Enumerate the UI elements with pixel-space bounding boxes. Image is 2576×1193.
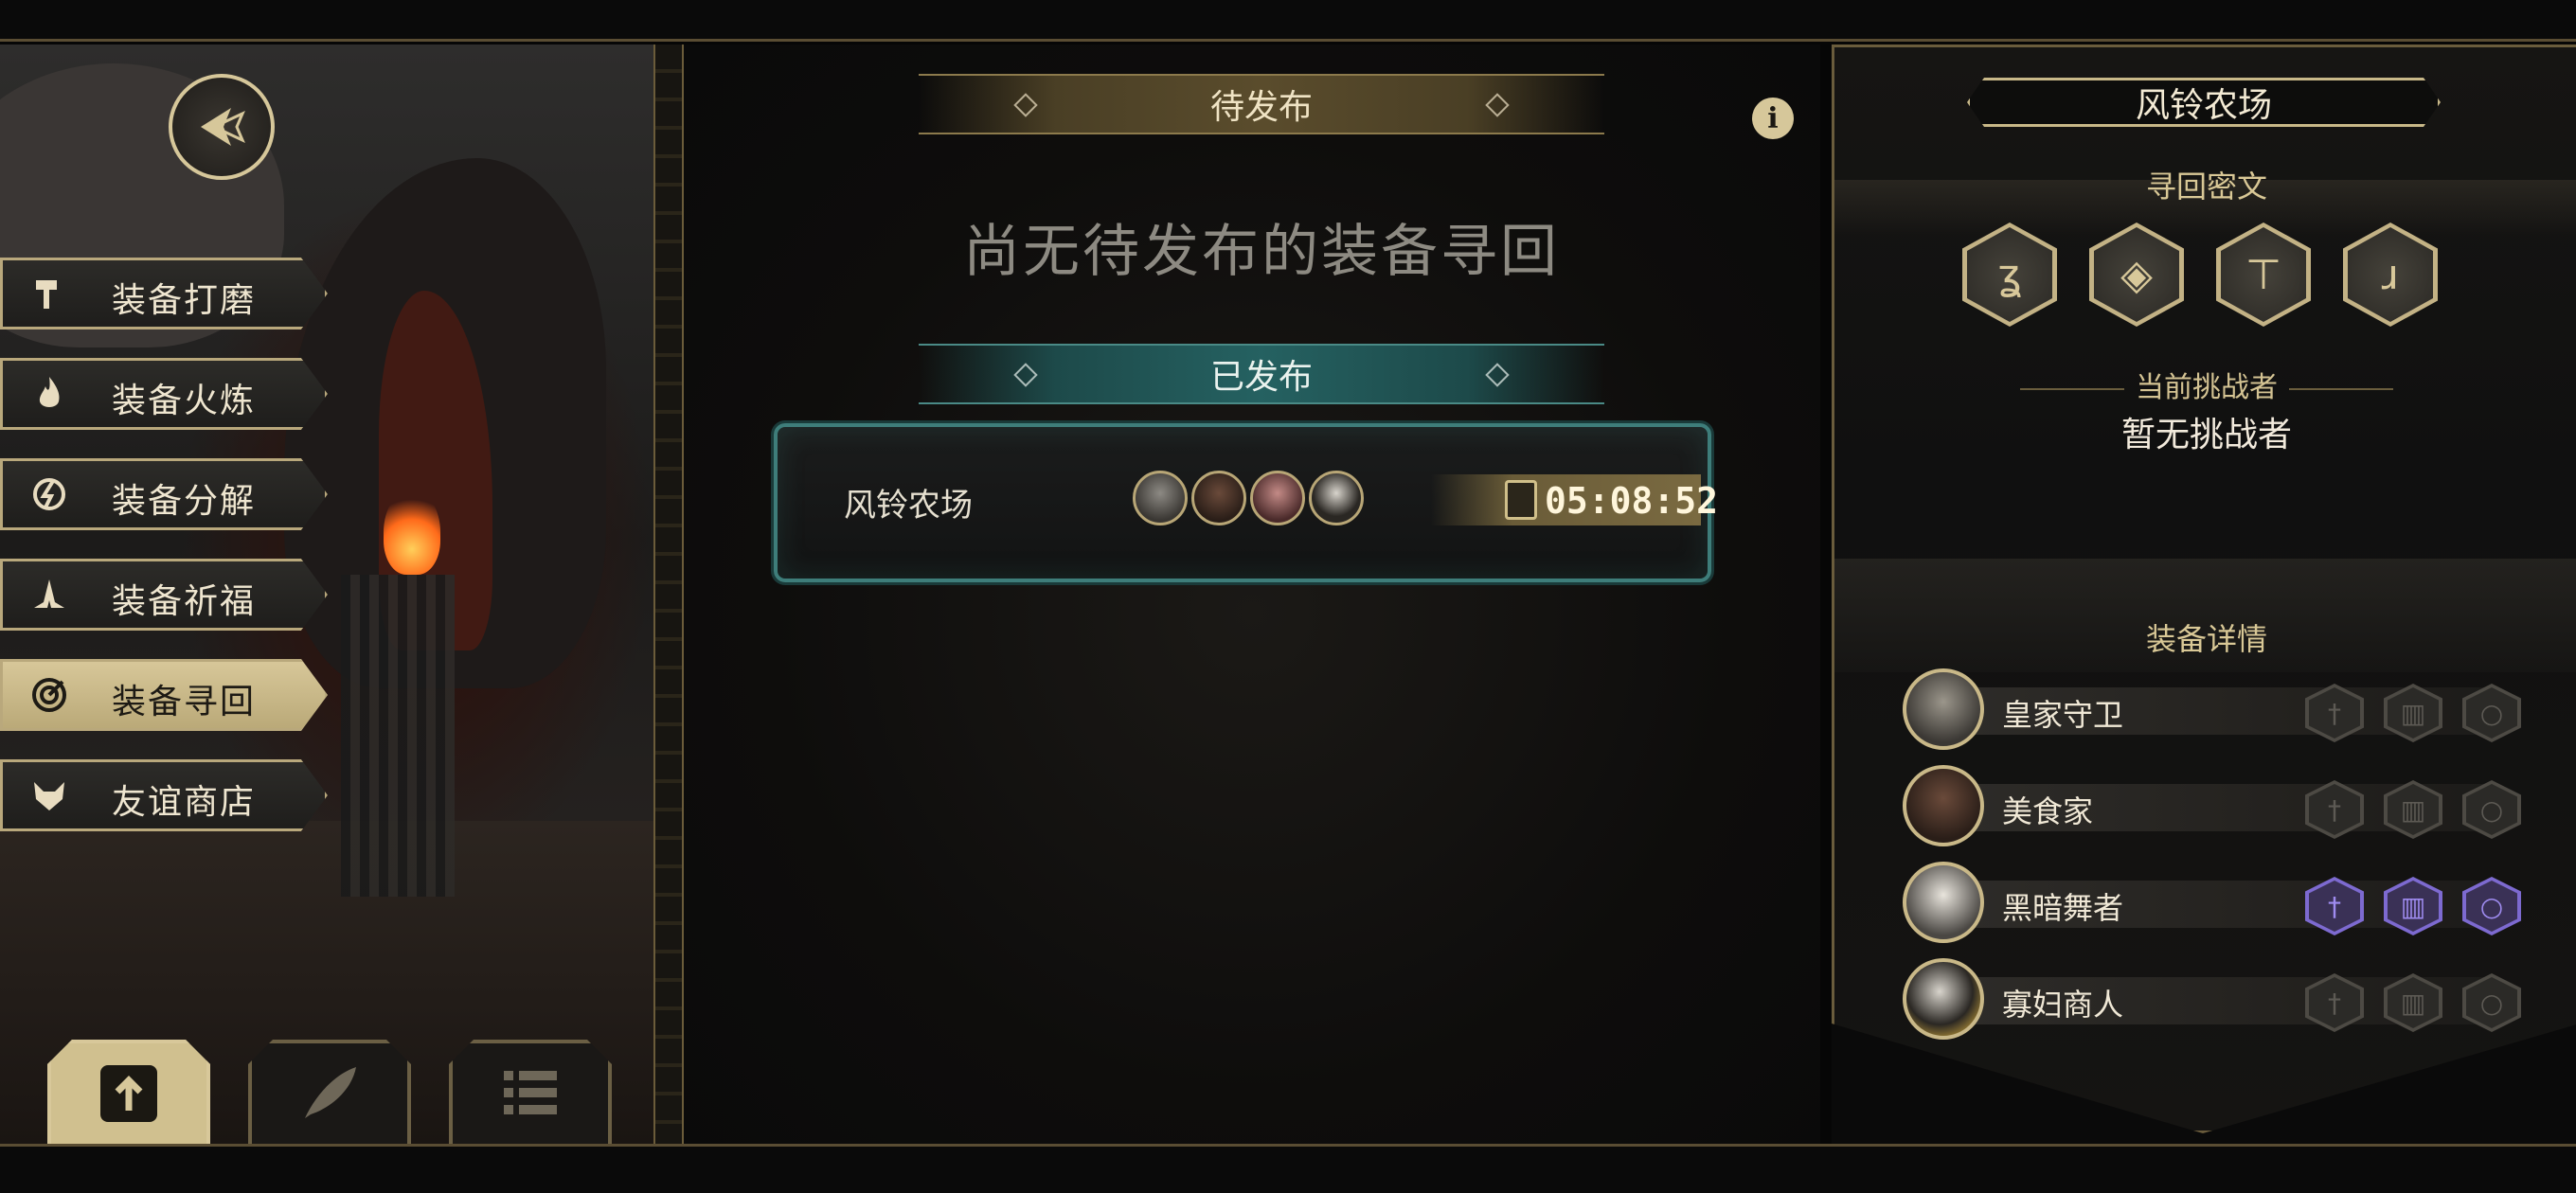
prayer-hands-icon [28,574,70,615]
top-frame-border [0,0,2576,42]
countdown-timer: 05:08:52 [1431,474,1718,525]
menu-item-label: 装备祈福 [112,582,257,621]
retrieval-board: 待发布 尚无待发布的装备寻回 已发布 风铃农场 05:08:52 i [684,45,1820,1144]
diamond-ornament-icon [1485,363,1510,387]
fox-shop-icon [28,775,70,816]
menu-item-label: 友谊商店 [112,783,257,822]
details-panel-frame: 风铃农场 寻回密文 ʓ ◈ ⊤ ɹ 当前挑战者 暂无挑战者 装备详情 皇家守卫 … [1832,45,2576,1133]
diamond-ornament-icon [1485,93,1510,117]
equipment-details-label: 装备详情 [2145,621,2267,657]
timer-value: 05:08:52 [1545,480,1719,522]
menu-item-decompose[interactable]: 装备分解 [0,458,328,530]
hero-equipment-row[interactable]: 寡妇商人 † ▥ ○ [1903,958,2521,1040]
menu-item-label: 装备分解 [112,482,257,521]
tab-publish[interactable] [47,1040,210,1144]
divider-line [2020,387,2124,390]
upload-document-icon [95,1059,163,1128]
pending-section-header: 待发布 [919,74,1604,134]
bottom-frame-border [0,1144,2576,1193]
hero-name: 皇家守卫 [2002,697,2124,733]
published-retrieval-card[interactable]: 风铃农场 05:08:52 [774,423,1718,582]
hourglass-icon [1505,480,1537,520]
hero-name: 寡妇商人 [2002,987,2124,1023]
avatar [1903,668,1984,750]
flame-icon [28,373,70,415]
avatar [1191,471,1246,525]
published-section-header: 已发布 [919,344,1604,404]
diamond-ornament-icon [1013,93,1038,117]
rune-3-icon: ⊤ [2221,227,2306,322]
cipher-sigil: ⊤ [2216,223,2311,327]
divider-line [2289,387,2393,390]
avatar [1903,765,1984,846]
scene-fire [384,490,440,575]
avatar [1133,471,1188,525]
cipher-sigil: ◈ [2089,223,2184,327]
tab-list[interactable] [449,1040,612,1144]
challenger-avatars [1133,471,1364,525]
details-panel: 风铃农场 寻回密文 ʓ ◈ ⊤ ɹ 当前挑战者 暂无挑战者 装备详情 皇家守卫 … [1832,45,2576,1144]
info-icon[interactable]: i [1752,98,1794,139]
menu-item-forge[interactable]: 装备火炼 [0,358,328,430]
avatar [1309,471,1364,525]
cipher-sigil: ɹ [2343,223,2438,327]
location-title: 风铃农场 [1967,78,2441,127]
rune-1-icon: ʓ [1967,227,2052,322]
current-challenger-label: 当前挑战者 [1834,364,2576,405]
published-title: 已发布 [1209,358,1313,397]
ornate-divider [653,45,684,1144]
menu-item-label: 装备寻回 [112,683,257,721]
diamond-ornament-icon [1013,363,1038,387]
cipher-section-label: 寻回密文 [2145,169,2267,205]
avatar [1250,471,1305,525]
back-button[interactable] [169,74,275,180]
avatar [1903,958,1984,1040]
menu-item-friendship-shop[interactable]: 友谊商店 [0,759,328,831]
cipher-sigil: ʓ [1962,223,2057,327]
scene-watchtower [341,575,455,897]
menu-item-retrieve[interactable]: 装备寻回 [0,659,328,731]
tab-feather[interactable] [248,1040,411,1144]
current-challenger-value: 暂无挑战者 [2120,416,2292,454]
pending-title: 待发布 [1209,88,1313,127]
pending-empty-message: 尚无待发布的装备寻回 [963,219,1560,285]
rune-2-icon: ◈ [2094,227,2179,322]
list-icon [496,1059,564,1128]
retrieval-location-name: 风铃农场 [844,487,973,525]
menu-item-polish[interactable]: 装备打磨 [0,258,328,329]
menu-item-label: 装备火炼 [112,382,257,420]
hero-equipment-row[interactable]: 皇家守卫 † ▥ ○ [1903,668,2521,750]
hero-name: 黑暗舞者 [2002,890,2124,926]
menu-item-label: 装备打磨 [112,281,257,320]
hero-equipment-row[interactable]: 美食家 † ▥ ○ [1903,765,2521,846]
feather-icon [295,1059,364,1128]
menu-item-blessing[interactable]: 装备祈福 [0,559,328,631]
target-icon [28,674,70,716]
hero-name: 美食家 [2002,793,2094,829]
hero-equipment-row[interactable]: 黑暗舞者 † ▥ ○ [1903,862,2521,943]
hammer-icon [28,273,70,314]
avatar [1903,862,1984,943]
decompose-icon [28,473,70,515]
rune-4-icon: ɹ [2348,227,2433,322]
back-arrow-icon [201,108,245,146]
